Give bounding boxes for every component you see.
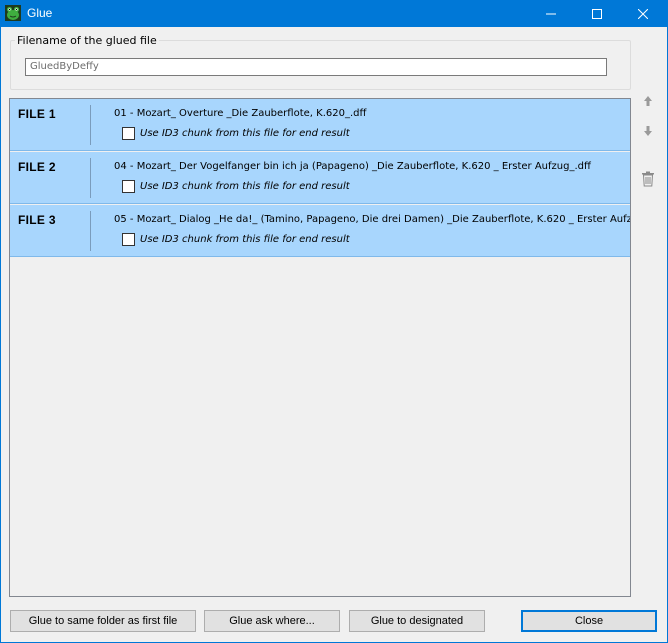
maximize-icon — [592, 8, 602, 19]
glue-ask-where-button[interactable]: Glue ask where... — [204, 610, 340, 632]
trash-icon[interactable] — [641, 171, 655, 187]
row-separator — [90, 211, 91, 251]
id3-checkbox-label[interactable]: Use ID3 chunk from this file for end res… — [140, 181, 350, 192]
glue-designated-button[interactable]: Glue to designated — [349, 610, 485, 632]
file-number-label: FILE 3 — [18, 213, 56, 227]
close-icon — [638, 8, 648, 19]
minimize-icon — [546, 13, 556, 14]
minimize-button[interactable] — [528, 0, 574, 27]
id3-checkbox-label[interactable]: Use ID3 chunk from this file for end res… — [140, 128, 350, 139]
id3-checkbox-2[interactable] — [122, 180, 135, 193]
close-window-button[interactable] — [620, 0, 666, 27]
row-separator — [90, 158, 91, 198]
file-row-2[interactable]: FILE 2 04 - Mozart_ Der Vogelfanger bin … — [10, 152, 630, 204]
file-name: 05 - Mozart_ Dialog _He da!_ (Tamino, Pa… — [114, 214, 631, 225]
file-row-3[interactable]: FILE 3 05 - Mozart_ Dialog _He da!_ (Tam… — [10, 205, 630, 257]
maximize-button[interactable] — [574, 0, 620, 27]
file-row-1[interactable]: FILE 1 01 - Mozart_ Overture _Die Zauber… — [10, 99, 630, 151]
file-number-label: FILE 2 — [18, 160, 56, 174]
file-list[interactable]: FILE 1 01 - Mozart_ Overture _Die Zauber… — [9, 98, 631, 597]
title-bar[interactable]: Glue — [0, 0, 668, 27]
glued-filename-input[interactable]: GluedByDeffy — [25, 58, 607, 76]
file-name: 04 - Mozart_ Der Vogelfanger bin ich ja … — [114, 161, 591, 172]
id3-checkbox-1[interactable] — [122, 127, 135, 140]
file-name: 01 - Mozart_ Overture _Die Zauberflote, … — [114, 108, 367, 119]
arrow-up-icon[interactable] — [641, 94, 655, 108]
id3-checkbox-3[interactable] — [122, 233, 135, 246]
window-title: Glue — [27, 6, 53, 20]
glue-same-folder-button[interactable]: Glue to same folder as first file — [10, 610, 196, 632]
row-separator — [90, 105, 91, 145]
close-button[interactable]: Close — [521, 610, 657, 632]
file-number-label: FILE 1 — [18, 107, 56, 121]
id3-checkbox-label[interactable]: Use ID3 chunk from this file for end res… — [140, 234, 350, 245]
filename-group-label: Filename of the glued file — [15, 34, 159, 47]
arrow-down-icon[interactable] — [641, 124, 655, 138]
frog-app-icon — [5, 5, 21, 21]
